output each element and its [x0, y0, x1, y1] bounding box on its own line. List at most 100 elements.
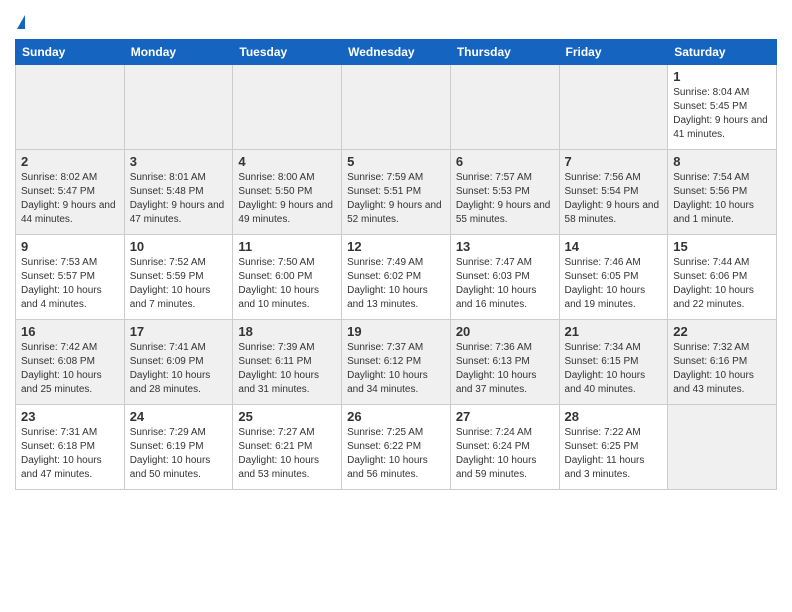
calendar-cell: 10 Sunrise: 7:52 AM Sunset: 5:59 PM Dayli… [124, 235, 233, 320]
calendar-cell: 15 Sunrise: 7:44 AM Sunset: 6:06 PM Dayli… [668, 235, 777, 320]
calendar-cell: 13 Sunrise: 7:47 AM Sunset: 6:03 PM Dayli… [450, 235, 559, 320]
calendar-cell [233, 65, 342, 150]
calendar-cell: 12 Sunrise: 7:49 AM Sunset: 6:02 PM Dayli… [342, 235, 451, 320]
calendar-table: SundayMondayTuesdayWednesdayThursdayFrid… [15, 39, 777, 490]
calendar-cell [668, 405, 777, 490]
day-info: Sunrise: 7:25 AM Sunset: 6:22 PM Dayligh… [347, 426, 445, 482]
page-header [15, 15, 777, 29]
day-number: 21 [565, 324, 663, 339]
calendar-cell: 24 Sunrise: 7:29 AM Sunset: 6:19 PM Dayli… [124, 405, 233, 490]
day-of-week-header: Friday [559, 40, 668, 65]
day-number: 19 [347, 324, 445, 339]
day-number: 4 [238, 154, 336, 169]
day-info: Sunrise: 7:27 AM Sunset: 6:21 PM Dayligh… [238, 426, 336, 482]
day-number: 10 [130, 239, 228, 254]
day-number: 14 [565, 239, 663, 254]
calendar-week-row: 16 Sunrise: 7:42 AM Sunset: 6:08 PM Dayli… [16, 320, 777, 405]
day-info: Sunrise: 7:49 AM Sunset: 6:02 PM Dayligh… [347, 256, 445, 312]
day-number: 12 [347, 239, 445, 254]
calendar-cell: 27Sunrise: 7:24 AM Sunset: 6:24 PM Dayli… [450, 405, 559, 490]
day-info: Sunrise: 8:00 AM Sunset: 5:50 PM Dayligh… [238, 171, 336, 227]
day-info: Sunrise: 7:29 AM Sunset: 6:19 PM Dayligh… [130, 426, 228, 482]
day-number: 23 [21, 409, 119, 424]
day-info: Sunrise: 7:47 AM Sunset: 6:03 PM Dayligh… [456, 256, 554, 312]
day-number: 5 [347, 154, 445, 169]
day-info: Sunrise: 7:32 AM Sunset: 6:16 PM Dayligh… [673, 341, 771, 397]
day-info: Sunrise: 7:24 AM Sunset: 6:24 PM Dayligh… [456, 426, 554, 482]
day-of-week-header: Saturday [668, 40, 777, 65]
day-info: Sunrise: 7:39 AM Sunset: 6:11 PM Dayligh… [238, 341, 336, 397]
day-number: 9 [21, 239, 119, 254]
calendar-cell: 26 Sunrise: 7:25 AM Sunset: 6:22 PM Dayli… [342, 405, 451, 490]
calendar-cell: 25 Sunrise: 7:27 AM Sunset: 6:21 PM Dayli… [233, 405, 342, 490]
day-of-week-header: Wednesday [342, 40, 451, 65]
day-info: Sunrise: 7:50 AM Sunset: 6:00 PM Dayligh… [238, 256, 336, 312]
calendar-week-row: 23 Sunrise: 7:31 AM Sunset: 6:18 PM Dayli… [16, 405, 777, 490]
day-info: Sunrise: 7:53 AM Sunset: 5:57 PM Dayligh… [21, 256, 119, 312]
calendar-cell [16, 65, 125, 150]
day-info: Sunrise: 7:42 AM Sunset: 6:08 PM Dayligh… [21, 341, 119, 397]
calendar-cell: 22 Sunrise: 7:32 AM Sunset: 6:16 PM Dayli… [668, 320, 777, 405]
day-number: 25 [238, 409, 336, 424]
calendar-cell: 11 Sunrise: 7:50 AM Sunset: 6:00 PM Dayli… [233, 235, 342, 320]
calendar-week-row: 1 Sunrise: 8:04 AM Sunset: 5:45 PM Daylig… [16, 65, 777, 150]
day-info: Sunrise: 7:56 AM Sunset: 5:54 PM Dayligh… [565, 171, 663, 227]
calendar-cell: 17 Sunrise: 7:41 AM Sunset: 6:09 PM Dayli… [124, 320, 233, 405]
day-number: 13 [456, 239, 554, 254]
day-info: Sunrise: 8:01 AM Sunset: 5:48 PM Dayligh… [130, 171, 228, 227]
calendar-cell [342, 65, 451, 150]
day-of-week-header: Thursday [450, 40, 559, 65]
calendar-cell: 19 Sunrise: 7:37 AM Sunset: 6:12 PM Dayli… [342, 320, 451, 405]
day-info: Sunrise: 7:52 AM Sunset: 5:59 PM Dayligh… [130, 256, 228, 312]
calendar-cell: 2Sunrise: 8:02 AM Sunset: 5:47 PM Daylig… [16, 150, 125, 235]
day-info: Sunrise: 7:44 AM Sunset: 6:06 PM Dayligh… [673, 256, 771, 312]
calendar-cell: 5 Sunrise: 7:59 AM Sunset: 5:51 PM Daylig… [342, 150, 451, 235]
day-of-week-header: Sunday [16, 40, 125, 65]
day-number: 24 [130, 409, 228, 424]
calendar-cell: 8 Sunrise: 7:54 AM Sunset: 5:56 PM Daylig… [668, 150, 777, 235]
day-info: Sunrise: 7:59 AM Sunset: 5:51 PM Dayligh… [347, 171, 445, 227]
day-info: Sunrise: 8:04 AM Sunset: 5:45 PM Dayligh… [673, 86, 771, 142]
calendar-cell [450, 65, 559, 150]
calendar-cell: 6Sunrise: 7:57 AM Sunset: 5:53 PM Daylig… [450, 150, 559, 235]
day-number: 16 [21, 324, 119, 339]
day-info: Sunrise: 7:36 AM Sunset: 6:13 PM Dayligh… [456, 341, 554, 397]
calendar-cell: 23 Sunrise: 7:31 AM Sunset: 6:18 PM Dayli… [16, 405, 125, 490]
calendar-cell: 16 Sunrise: 7:42 AM Sunset: 6:08 PM Dayli… [16, 320, 125, 405]
calendar-cell: 9 Sunrise: 7:53 AM Sunset: 5:57 PM Daylig… [16, 235, 125, 320]
day-number: 1 [673, 69, 771, 84]
day-info: Sunrise: 7:54 AM Sunset: 5:56 PM Dayligh… [673, 171, 771, 227]
calendar-week-row: 2Sunrise: 8:02 AM Sunset: 5:47 PM Daylig… [16, 150, 777, 235]
calendar-cell: 21 Sunrise: 7:34 AM Sunset: 6:15 PM Dayli… [559, 320, 668, 405]
calendar-header-row: SundayMondayTuesdayWednesdayThursdayFrid… [16, 40, 777, 65]
day-number: 26 [347, 409, 445, 424]
day-number: 7 [565, 154, 663, 169]
calendar-cell: 18 Sunrise: 7:39 AM Sunset: 6:11 PM Dayli… [233, 320, 342, 405]
day-number: 20 [456, 324, 554, 339]
day-number: 8 [673, 154, 771, 169]
day-info: Sunrise: 8:02 AM Sunset: 5:47 PM Dayligh… [21, 171, 119, 227]
day-of-week-header: Monday [124, 40, 233, 65]
day-info: Sunrise: 7:22 AM Sunset: 6:25 PM Dayligh… [565, 426, 663, 482]
day-number: 28 [565, 409, 663, 424]
calendar-cell: 28 Sunrise: 7:22 AM Sunset: 6:25 PM Dayli… [559, 405, 668, 490]
day-number: 3 [130, 154, 228, 169]
calendar-cell: 4 Sunrise: 8:00 AM Sunset: 5:50 PM Daylig… [233, 150, 342, 235]
day-number: 17 [130, 324, 228, 339]
day-number: 15 [673, 239, 771, 254]
day-of-week-header: Tuesday [233, 40, 342, 65]
day-info: Sunrise: 7:46 AM Sunset: 6:05 PM Dayligh… [565, 256, 663, 312]
day-number: 22 [673, 324, 771, 339]
calendar-body: 1 Sunrise: 8:04 AM Sunset: 5:45 PM Daylig… [16, 65, 777, 490]
logo-triangle-icon [17, 15, 25, 29]
day-number: 18 [238, 324, 336, 339]
day-info: Sunrise: 7:34 AM Sunset: 6:15 PM Dayligh… [565, 341, 663, 397]
day-info: Sunrise: 7:41 AM Sunset: 6:09 PM Dayligh… [130, 341, 228, 397]
logo [15, 15, 25, 29]
day-info: Sunrise: 7:37 AM Sunset: 6:12 PM Dayligh… [347, 341, 445, 397]
calendar-cell: 1 Sunrise: 8:04 AM Sunset: 5:45 PM Daylig… [668, 65, 777, 150]
day-info: Sunrise: 7:31 AM Sunset: 6:18 PM Dayligh… [21, 426, 119, 482]
calendar-cell: 14 Sunrise: 7:46 AM Sunset: 6:05 PM Dayli… [559, 235, 668, 320]
calendar-cell: 7 Sunrise: 7:56 AM Sunset: 5:54 PM Daylig… [559, 150, 668, 235]
day-number: 11 [238, 239, 336, 254]
